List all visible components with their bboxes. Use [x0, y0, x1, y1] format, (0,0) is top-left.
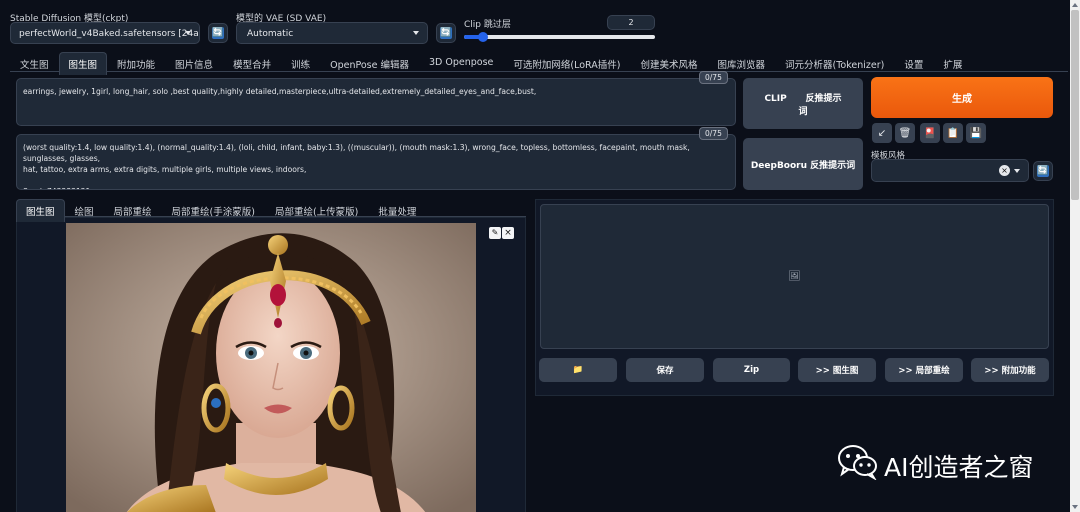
zip-button[interactable]: Zip [713, 358, 790, 382]
image-placeholder-icon: 🖼 [788, 271, 801, 282]
subtab-5[interactable]: 批量处理 [368, 199, 426, 222]
clipboard-icon[interactable]: 📋 [943, 123, 963, 143]
tab-0[interactable]: 文生图 [10, 52, 59, 75]
refresh-icon: 🔄 [440, 27, 452, 39]
subtab-1[interactable]: 绘图 [65, 199, 104, 222]
img2img-subtabs: 图生图 绘图 局部重绘 局部重绘(手涂蒙版) 局部重绘(上传蒙版) 批量处理 [16, 199, 426, 222]
wechat-logo-icon [838, 444, 878, 481]
vae-select[interactable]: Automatic [236, 22, 428, 44]
folder-icon: 📁 [572, 365, 584, 375]
positive-token-counter: 0/75 [699, 71, 728, 84]
output-gallery[interactable]: 🖼 [540, 204, 1049, 349]
refresh-vae-button[interactable]: 🔄 [436, 23, 456, 43]
ckpt-value: perfectWorld_v4Baked.safetensors [24a393… [19, 29, 199, 39]
subtab-3[interactable]: 局部重绘(手涂蒙版) [162, 199, 265, 222]
read-params-icon[interactable]: ↙ [872, 123, 892, 143]
page-scrollbar[interactable] [1070, 0, 1080, 512]
clip-skip-input[interactable]: 2 [607, 15, 655, 30]
edit-icon[interactable]: ✎ [489, 227, 501, 239]
scroll-up-arrow-icon[interactable] [1072, 3, 1078, 7]
save-button[interactable]: 保存 [626, 358, 704, 382]
negative-prompt-textarea[interactable]: (worst quality:1.4, low quality:1.4), (n… [16, 134, 736, 190]
scroll-thumb[interactable] [1071, 10, 1079, 200]
clip-interrogate-button[interactable]: CLIP 反推提示 词 [743, 78, 863, 129]
deepbooru-interrogate-button[interactable]: DeepBooru 反推提示词 [743, 138, 863, 190]
tab-2[interactable]: 附加功能 [107, 52, 165, 75]
subtab-4[interactable]: 局部重绘(上传蒙版) [265, 199, 368, 222]
main-tabs: 文生图 图生图 附加功能 图片信息 模型合并 训练 OpenPose 编辑器 3D Openp… [10, 52, 972, 75]
chevron-down-icon [185, 31, 191, 35]
style-select[interactable]: × [871, 159, 1029, 182]
vae-value: Automatic [247, 29, 294, 39]
tab-3[interactable]: 图片信息 [165, 52, 223, 75]
portrait-image-art [66, 223, 476, 512]
tab-6[interactable]: OpenPose 编辑器 [320, 52, 419, 75]
watermark-text: AI创造者之窗 [884, 453, 1034, 482]
negative-token-counter: 0/75 [699, 127, 728, 140]
extra-networks-icon[interactable]: 🎴 [920, 123, 940, 143]
clip-skip-label: Clip 跳过层 [464, 20, 511, 30]
generate-button[interactable]: 生成 [871, 77, 1053, 118]
refresh-ckpt-button[interactable]: 🔄 [208, 23, 228, 43]
input-image[interactable] [66, 223, 476, 512]
save-style-icon[interactable]: 💾 [966, 123, 986, 143]
clip-skip-slider-track[interactable] [464, 32, 655, 42]
tab-1[interactable]: 图生图 [58, 52, 108, 75]
positive-prompt-textarea[interactable]: earrings, jewelry, 1girl, long_hair, sol… [16, 78, 736, 126]
tab-5[interactable]: 训练 [281, 52, 320, 75]
clear-icon[interactable]: × [999, 165, 1010, 176]
refresh-icon: 🔄 [1037, 165, 1049, 177]
tab-7[interactable]: 3D Openpose [419, 52, 503, 75]
refresh-icon: 🔄 [212, 27, 224, 39]
close-icon[interactable]: × [502, 227, 514, 239]
tab-11[interactable]: 词元分析器(Tokenizer) [775, 52, 894, 75]
send-to-extras-button[interactable]: >> 附加功能 [971, 358, 1049, 382]
scroll-down-arrow-icon[interactable] [1072, 505, 1078, 509]
ckpt-select[interactable]: perfectWorld_v4Baked.safetensors [24a393… [10, 22, 200, 44]
refresh-style-button[interactable]: 🔄 [1033, 161, 1053, 181]
tab-8[interactable]: 可选附加网络(LoRA插件) [503, 52, 630, 75]
tab-13[interactable]: 扩展 [933, 52, 972, 75]
send-to-inpaint-button[interactable]: >> 局部重绘 [885, 358, 963, 382]
chevron-down-icon [1014, 168, 1020, 173]
subtab-0[interactable]: 图生图 [16, 199, 65, 222]
open-folder-button[interactable]: 📁 [539, 358, 617, 382]
tab-12[interactable]: 设置 [894, 52, 933, 75]
tab-4[interactable]: 模型合并 [223, 52, 281, 75]
subtab-2[interactable]: 局部重绘 [104, 199, 162, 222]
clip-skip-slider-thumb[interactable] [478, 32, 489, 42]
send-to-img2img-button[interactable]: >> 图生图 [798, 358, 876, 382]
chevron-down-icon [413, 31, 419, 35]
tab-9[interactable]: 创建美术风格 [630, 52, 707, 75]
trash-icon[interactable]: 🗑 [895, 123, 915, 143]
